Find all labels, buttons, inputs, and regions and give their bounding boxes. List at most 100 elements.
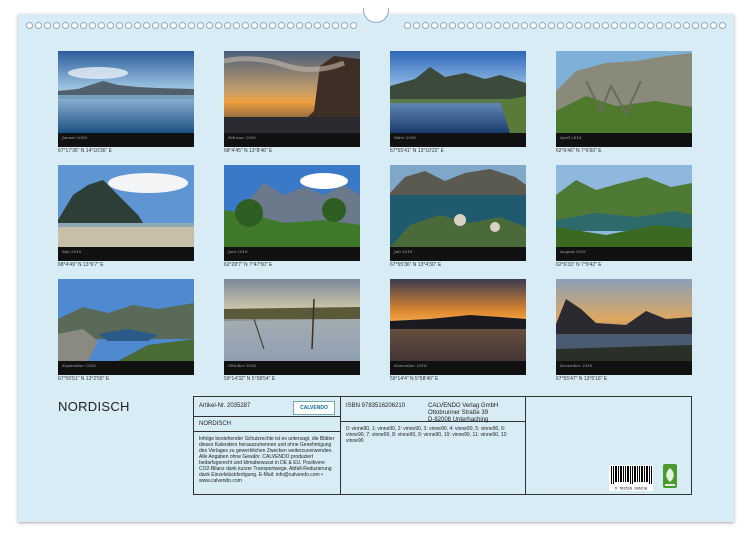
coordinates-may: 68°4'49" N 13°6'7" E bbox=[58, 262, 104, 268]
photo-july: Juli 2016 bbox=[390, 165, 526, 261]
binding-ring bbox=[341, 22, 348, 29]
coordinates-september: 67°55'51" N 13°2'55" E bbox=[58, 376, 110, 382]
coordinates-february: 68°4'45" N 13°8'46" E bbox=[224, 148, 273, 154]
binding-ring bbox=[215, 22, 222, 29]
binding-ring bbox=[179, 22, 186, 29]
may-landscape-image bbox=[58, 165, 194, 247]
march-landscape-image bbox=[390, 51, 526, 133]
publisher-city: D-82008 Unterhaching bbox=[428, 417, 489, 423]
binding-ring bbox=[566, 22, 573, 29]
legal-notice: Infolge bestehender Schutzrechte ist es … bbox=[199, 436, 335, 484]
binding-ring bbox=[530, 22, 537, 29]
binding-ring bbox=[242, 22, 249, 29]
binding-ring bbox=[647, 22, 654, 29]
binding-ring bbox=[134, 22, 141, 29]
binding-ring bbox=[116, 22, 123, 29]
month-label: November 2016 bbox=[394, 363, 427, 368]
coordinates-march: 67°55'41" N 13°10'22" E bbox=[390, 148, 444, 154]
photo-september: September 2016 bbox=[58, 279, 194, 375]
binding-ring bbox=[314, 22, 321, 29]
binding-ring bbox=[125, 22, 132, 29]
july-landscape-image bbox=[390, 165, 526, 247]
photo-november: November 2016 bbox=[390, 279, 526, 375]
coordinates-june: 62°28'7" N 7°47'50" E bbox=[224, 262, 273, 268]
binding-ring bbox=[71, 22, 78, 29]
binding-ring bbox=[719, 22, 726, 29]
binding-ring bbox=[638, 22, 645, 29]
binding-ring bbox=[296, 22, 303, 29]
binding-ring bbox=[485, 22, 492, 29]
info-box: Artikel-Nr. 2035287 CALVENDO NORDISCH In… bbox=[193, 396, 692, 495]
calendar-sheet: Januar 2016 67°17'36" N 14°10'36" E Febr… bbox=[18, 8, 734, 522]
binding-ring bbox=[26, 22, 33, 29]
coordinates-october: 59°14'32" N 5°58'54" E bbox=[224, 376, 276, 382]
binding-ring bbox=[467, 22, 474, 29]
publisher-street: Ottobrunner Straße 39 bbox=[428, 410, 489, 416]
binding-ring bbox=[548, 22, 555, 29]
binding-ring bbox=[584, 22, 591, 29]
january-landscape-image bbox=[58, 51, 194, 133]
photo-february: Februar 2016 bbox=[224, 51, 360, 147]
binding-ring bbox=[512, 22, 519, 29]
binding-ring bbox=[89, 22, 96, 29]
month-label: Januar 2016 bbox=[62, 135, 87, 140]
binding-ring bbox=[188, 22, 195, 29]
coordinates-august: 62°6'33" N 7°9'42" E bbox=[556, 262, 602, 268]
photo-march: März 2016 bbox=[390, 51, 526, 147]
photo-december: Dezember 2016 bbox=[556, 279, 692, 375]
binding-ring bbox=[350, 22, 357, 29]
binding-ring bbox=[260, 22, 267, 29]
month-label: März 2016 bbox=[394, 135, 416, 140]
eco-leaf-icon bbox=[663, 464, 677, 488]
month-label: Juli 2016 bbox=[394, 249, 413, 254]
binding-ring bbox=[665, 22, 672, 29]
calendar-title: NORDISCH bbox=[58, 399, 130, 414]
month-label: Mai 2016 bbox=[62, 249, 82, 254]
calvendo-logo: CALVENDO bbox=[293, 401, 335, 415]
binding-ring bbox=[80, 22, 87, 29]
binding-ring bbox=[656, 22, 663, 29]
binding-ring bbox=[305, 22, 312, 29]
coordinates-july: 67°55'36" N 13°4'30" E bbox=[390, 262, 442, 268]
february-landscape-image bbox=[224, 51, 360, 133]
barcode-number: 9 783516 206210 bbox=[615, 487, 647, 491]
month-label: Februar 2016 bbox=[228, 135, 256, 140]
binding-ring bbox=[458, 22, 465, 29]
product-title: NORDISCH bbox=[199, 421, 232, 427]
binding-ring bbox=[593, 22, 600, 29]
binding-ring bbox=[611, 22, 618, 29]
month-label: April 2016 bbox=[560, 135, 582, 140]
binding-ring bbox=[197, 22, 204, 29]
article-number: Artikel-Nr. 2035287 bbox=[199, 403, 251, 409]
photo-may: Mai 2016 bbox=[58, 165, 194, 261]
binding-ring bbox=[431, 22, 438, 29]
binding-ring bbox=[404, 22, 411, 29]
binding-ring bbox=[629, 22, 636, 29]
binding-ring bbox=[413, 22, 420, 29]
barcode: 9 783516 206210 bbox=[609, 465, 653, 491]
binding-ring bbox=[440, 22, 447, 29]
binding-ring bbox=[170, 22, 177, 29]
coordinates-april: 62°6'46" N 7°6'60" E bbox=[556, 148, 602, 154]
binding-ring bbox=[53, 22, 60, 29]
binding-ring bbox=[521, 22, 528, 29]
binding-ring bbox=[107, 22, 114, 29]
april-landscape-image bbox=[556, 51, 692, 133]
binding-ring bbox=[287, 22, 294, 29]
binding-ring bbox=[233, 22, 240, 29]
binding-ring bbox=[278, 22, 285, 29]
binding-ring bbox=[35, 22, 42, 29]
image-codes: 0: vinne90, 1: vinne90, 2: vinne90, 3: v… bbox=[346, 426, 508, 444]
october-landscape-image bbox=[224, 279, 360, 361]
binding-ring bbox=[161, 22, 168, 29]
binding-ring bbox=[575, 22, 582, 29]
binding-ring bbox=[449, 22, 456, 29]
binding-ring bbox=[701, 22, 708, 29]
photo-january: Januar 2016 bbox=[58, 51, 194, 147]
binding-ring bbox=[206, 22, 213, 29]
month-label: September 2016 bbox=[62, 363, 96, 368]
photo-october: Oktober 2016 bbox=[224, 279, 360, 375]
binding-ring bbox=[692, 22, 699, 29]
coordinates-november: 59°14'4" N 5°58'40" E bbox=[390, 376, 439, 382]
binding-ring bbox=[269, 22, 276, 29]
